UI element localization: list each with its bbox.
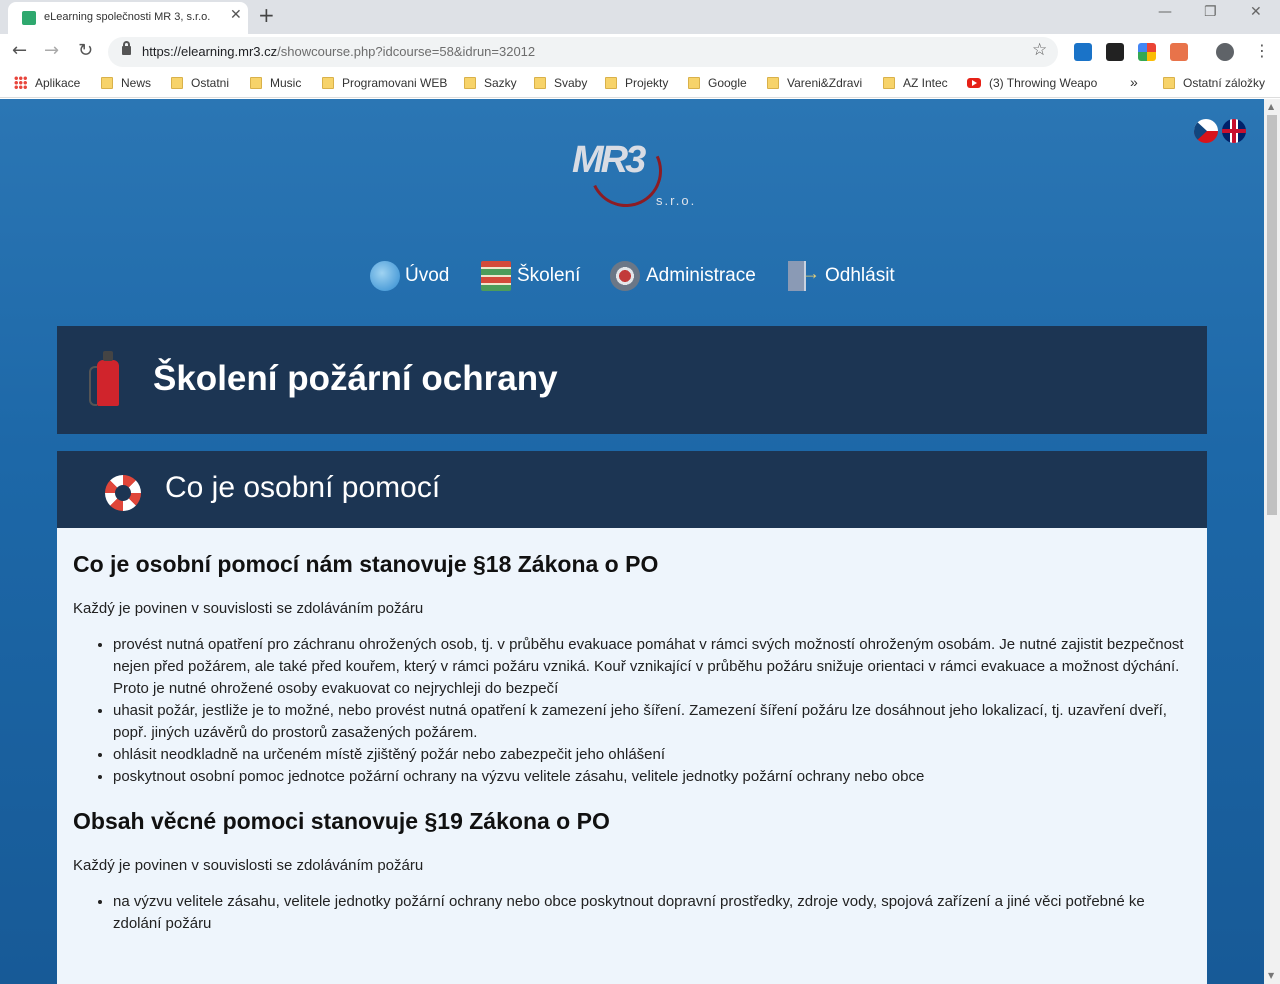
nav-label: Odhlásit xyxy=(825,265,895,286)
folder-icon xyxy=(250,77,262,89)
reload-icon[interactable]: ↻ xyxy=(78,40,93,61)
list-item: provést nutná opatření pro záchranu ohro… xyxy=(113,634,1193,700)
page: MR3 s.r.o. Úvod Školení Administrace Odh… xyxy=(0,99,1264,984)
folder-icon xyxy=(101,77,113,89)
page-scrollbar[interactable]: ▲ ▼ xyxy=(1264,99,1280,984)
address-bar[interactable]: https://elearning.mr3.cz/showcourse.php?… xyxy=(108,37,1058,67)
youtube-icon xyxy=(967,78,981,88)
folder-icon xyxy=(464,77,476,89)
bookmark-star-icon[interactable]: ☆ xyxy=(1032,40,1047,60)
lesson-content: Co je osobní pomocí nám stanovuje §18 Zá… xyxy=(73,551,1193,955)
favicon-icon xyxy=(22,11,36,25)
list-item: poskytnout osobní pomoc jednotce požární… xyxy=(113,766,1193,788)
section-heading: Obsah věcné pomoci stanovuje §19 Zákona … xyxy=(73,808,610,834)
nav-item-skoleni[interactable]: Školení xyxy=(481,259,591,295)
extension-icon[interactable] xyxy=(1074,43,1092,61)
english-flag-icon[interactable] xyxy=(1222,119,1246,143)
section-heading: Co je osobní pomocí nám stanovuje §18 Zá… xyxy=(73,551,659,577)
bookmark-folder[interactable]: Sazky xyxy=(464,76,517,90)
section-intro: Každý je povinen v souvislosti se zdoláv… xyxy=(73,857,424,874)
lifebuoy-icon xyxy=(105,475,141,511)
minimize-icon[interactable]: — xyxy=(1158,4,1172,20)
close-tab-icon[interactable]: ✕ xyxy=(230,7,242,23)
list-item: uhasit požár, jestliže je to možné, nebo… xyxy=(113,700,1193,744)
lesson-header: Co je osobní pomocí xyxy=(57,451,1207,528)
bookmark-youtube[interactable]: (3) Throwing Weapo xyxy=(967,76,1097,90)
tab-title: eLearning společnosti MR 3, s.r.o. xyxy=(44,11,211,23)
folder-icon xyxy=(1163,77,1175,89)
bookmark-folder[interactable]: Music xyxy=(250,76,301,90)
nav-label: Školení xyxy=(517,265,581,286)
browser-tab[interactable]: eLearning společnosti MR 3, s.r.o. ✕ xyxy=(8,2,248,34)
back-icon[interactable]: ← xyxy=(12,40,27,61)
extension-icon[interactable] xyxy=(1138,43,1156,61)
profile-icon[interactable] xyxy=(1216,43,1234,61)
logout-icon xyxy=(788,261,820,291)
restore-icon[interactable]: ❐ xyxy=(1204,4,1217,20)
folder-icon xyxy=(171,77,183,89)
apps-icon xyxy=(14,76,27,89)
lesson-title: Co je osobní pomocí xyxy=(165,471,441,504)
folder-icon xyxy=(534,77,546,89)
folder-icon xyxy=(322,77,334,89)
books-icon xyxy=(481,261,511,291)
tab-strip: eLearning společnosti MR 3, s.r.o. ✕ + —… xyxy=(0,0,1280,34)
bookmarks-bar: Aplikace News Ostatni Music Programovani… xyxy=(0,70,1280,98)
bookmark-folder[interactable]: Google xyxy=(688,76,747,90)
main-nav: Úvod Školení Administrace Odhlásit xyxy=(0,259,1264,299)
nav-label: Administrace xyxy=(646,265,756,286)
window-close-icon[interactable]: ✕ xyxy=(1250,4,1262,20)
lock-icon xyxy=(122,41,131,55)
folder-icon xyxy=(883,77,895,89)
nav-label: Úvod xyxy=(405,265,450,286)
nav-item-administrace[interactable]: Administrace xyxy=(610,259,770,295)
url-text: https://elearning.mr3.cz/showcourse.php?… xyxy=(142,44,536,59)
menu-icon[interactable]: ⋮ xyxy=(1254,41,1270,60)
more-bookmarks-chevron-icon[interactable]: » xyxy=(1130,74,1138,90)
new-tab-icon[interactable]: + xyxy=(258,3,275,27)
bookmark-folder[interactable]: News xyxy=(101,76,151,90)
gear-icon xyxy=(610,261,640,291)
browser-toolbar: ← → ↻ https://elearning.mr3.cz/showcours… xyxy=(0,34,1280,70)
scroll-up-icon[interactable]: ▲ xyxy=(1268,102,1274,111)
folder-icon xyxy=(688,77,700,89)
page-title: Školení požární ochrany xyxy=(153,359,558,398)
bullet-list: na výzvu velitele zásahu, velitele jedno… xyxy=(113,891,1193,935)
extension-icon[interactable] xyxy=(1106,43,1124,61)
folder-icon xyxy=(605,77,617,89)
scroll-thumb[interactable] xyxy=(1267,115,1277,515)
lesson-card: Co je osobní pomocí Co je osobní pomocí … xyxy=(57,451,1207,984)
fire-extinguisher-icon xyxy=(89,351,119,406)
nav-item-uvod[interactable]: Úvod xyxy=(370,259,460,295)
bookmark-other[interactable]: Ostatní záložky xyxy=(1163,76,1265,90)
bookmark-folder[interactable]: Projekty xyxy=(605,76,668,90)
bookmark-apps[interactable]: Aplikace xyxy=(14,76,80,90)
folder-icon xyxy=(767,77,779,89)
globe-icon xyxy=(370,261,400,291)
bookmark-folder[interactable]: AZ Intec xyxy=(883,76,948,90)
bookmark-folder[interactable]: Vareni&Zdravi xyxy=(767,76,862,90)
mail-icon[interactable] xyxy=(1170,43,1188,61)
bookmark-folder[interactable]: Programovani WEB xyxy=(322,76,447,90)
nav-item-odhlasit[interactable]: Odhlásit xyxy=(788,259,908,295)
list-item: ohlásit neodkladně na určeném místě zjiš… xyxy=(113,744,1193,766)
czech-flag-icon[interactable] xyxy=(1194,119,1218,143)
forward-icon[interactable]: → xyxy=(44,40,59,61)
bookmark-folder[interactable]: Svaby xyxy=(534,76,587,90)
logo-suffix: s.r.o. xyxy=(656,193,697,208)
company-logo[interactable]: MR3 s.r.o. xyxy=(570,124,697,218)
logo-text: MR3 xyxy=(572,139,646,181)
section-intro: Každý je povinen v souvislosti se zdoláv… xyxy=(73,600,424,617)
scroll-down-icon[interactable]: ▼ xyxy=(1268,971,1274,980)
course-title-bar: Školení požární ochrany xyxy=(57,326,1207,434)
bookmark-folder[interactable]: Ostatni xyxy=(171,76,229,90)
list-item: na výzvu velitele zásahu, velitele jedno… xyxy=(113,891,1193,935)
bullet-list: provést nutná opatření pro záchranu ohro… xyxy=(113,634,1193,788)
